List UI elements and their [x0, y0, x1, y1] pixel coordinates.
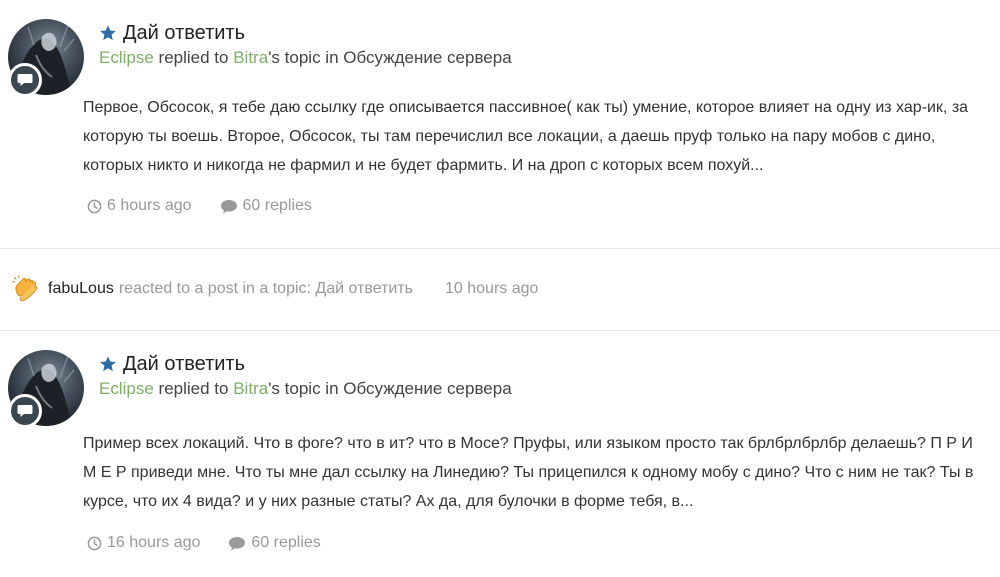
divider — [0, 248, 1000, 249]
reaction-time: 10 hours ago — [445, 280, 539, 297]
post-title-link[interactable]: Дай ответить — [123, 353, 245, 376]
post-title-row: Дай ответить — [99, 351, 245, 377]
post-snippet: Первое, Обсосок, я тебе даю ссылку где о… — [83, 99, 969, 174]
comment-icon — [220, 199, 237, 213]
byline-verb: replied to — [158, 379, 229, 398]
author-link[interactable]: Eclipse — [99, 48, 154, 67]
activity-item: Дай ответить Eclipse replied to Bitra's … — [0, 331, 1000, 577]
target-user-link[interactable]: Bitra — [233, 48, 268, 67]
forum-link[interactable]: Обсуждение сервера — [343, 379, 511, 398]
post-title-row: Дай ответить — [99, 20, 245, 46]
forum-link[interactable]: Обсуждение сервера — [343, 48, 511, 67]
activity-feed: Дай ответить Eclipse replied to Bitra's … — [0, 0, 1000, 577]
post-meta: 6 hours ago 60 replies — [87, 197, 340, 215]
post-time: 6 hours ago — [87, 197, 192, 215]
reaction-item: fabuLous reacted to a post in a topic: Д… — [12, 275, 538, 303]
byline-verb: replied to — [158, 48, 229, 67]
post-title-link[interactable]: Дай ответить — [123, 22, 245, 45]
avatar[interactable] — [8, 19, 84, 97]
byline-possessive: 's topic in — [268, 379, 339, 398]
avatar[interactable] — [8, 350, 84, 428]
post-meta: 16 hours ago 60 replies — [87, 534, 349, 552]
post-replies-text: 60 replies — [242, 197, 312, 214]
chat-bubble-icon — [8, 394, 42, 428]
post-time-text: 16 hours ago — [107, 534, 201, 551]
clock-icon — [87, 536, 102, 550]
post-time: 16 hours ago — [87, 534, 200, 552]
comment-icon — [229, 536, 246, 550]
post-replies-text: 60 replies — [251, 534, 321, 551]
post-snippet: Пример всех локаций. Что в фоге? что в и… — [83, 435, 974, 510]
author-link[interactable]: Eclipse — [99, 379, 154, 398]
star-icon — [100, 25, 116, 41]
target-user-link[interactable]: Bitra — [233, 379, 268, 398]
reaction-text[interactable]: reacted to a post in a topic: Дай ответи… — [119, 280, 413, 298]
clapping-hands-icon — [12, 275, 38, 302]
chat-bubble-icon — [8, 63, 42, 97]
clock-icon — [87, 199, 102, 213]
post-time-text: 6 hours ago — [107, 197, 192, 214]
star-icon — [100, 356, 116, 372]
post-replies[interactable]: 60 replies — [228, 534, 321, 552]
reactor-link[interactable]: fabuLous — [48, 280, 114, 298]
byline: Eclipse replied to Bitra's topic in Обсу… — [99, 379, 512, 399]
byline-possessive: 's topic in — [268, 48, 339, 67]
byline: Eclipse replied to Bitra's topic in Обсу… — [99, 48, 512, 68]
activity-item: Дай ответить Eclipse replied to Bitra's … — [0, 0, 1000, 248]
post-replies[interactable]: 60 replies — [220, 197, 312, 215]
